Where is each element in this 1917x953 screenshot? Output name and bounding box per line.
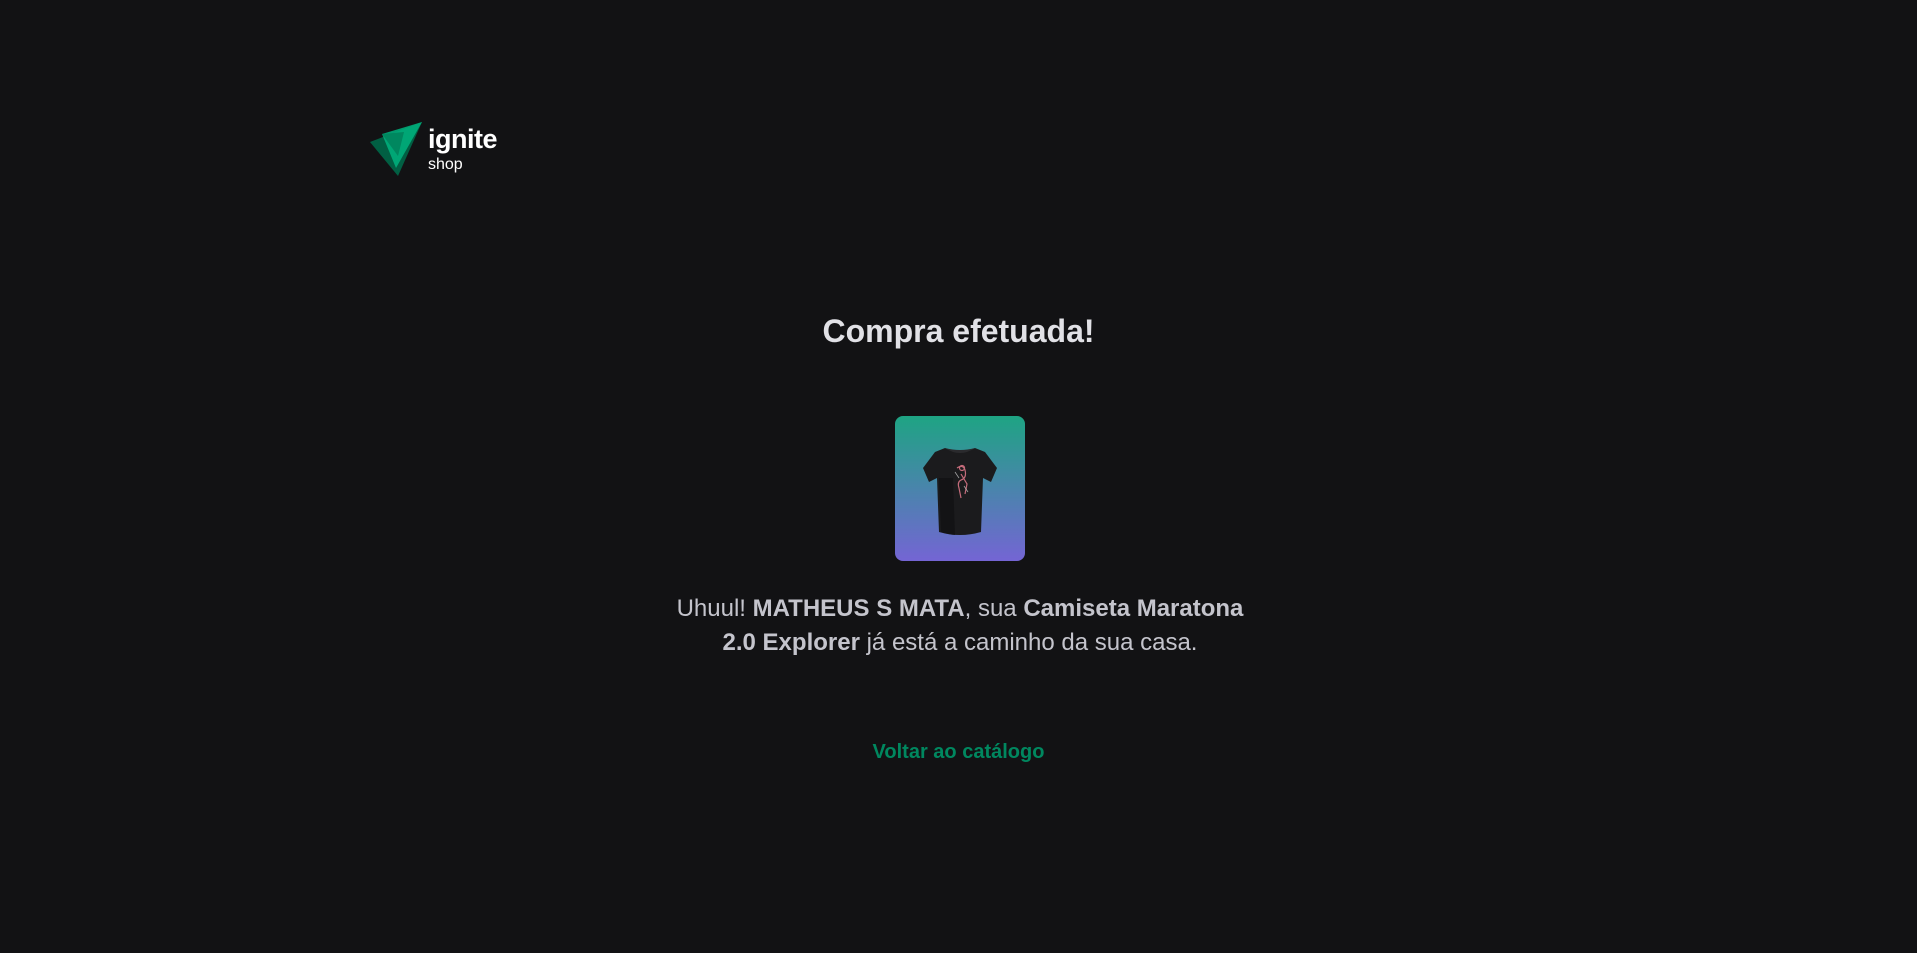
message-ending: já está a caminho da sua casa. [866,628,1198,656]
t-shirt-icon [923,447,997,535]
back-to-catalog-link[interactable]: Voltar ao catálogo [0,741,1917,764]
logo-link[interactable]: ignite shop [370,122,498,176]
message-middle: , sua [964,595,1017,622]
message-greeting: Uhuul! [676,595,746,622]
product-image [895,416,1025,561]
success-page: ignite shop Compra efetuada! Uhuul! MATH… [0,0,1917,953]
logo-title: ignite [428,123,498,154]
ignite-logo-icon [370,122,422,176]
success-message: Uhuul! MATHEUS S MATA, sua Camiseta Mara… [670,592,1250,659]
logo-subtitle: shop [428,155,463,173]
back-link-label: Voltar ao catálogo [872,741,1045,763]
customer-name: MATHEUS S MATA [752,595,965,622]
logo-text: ignite shop [428,123,498,173]
page-title: Compra efetuada! [822,313,1095,349]
